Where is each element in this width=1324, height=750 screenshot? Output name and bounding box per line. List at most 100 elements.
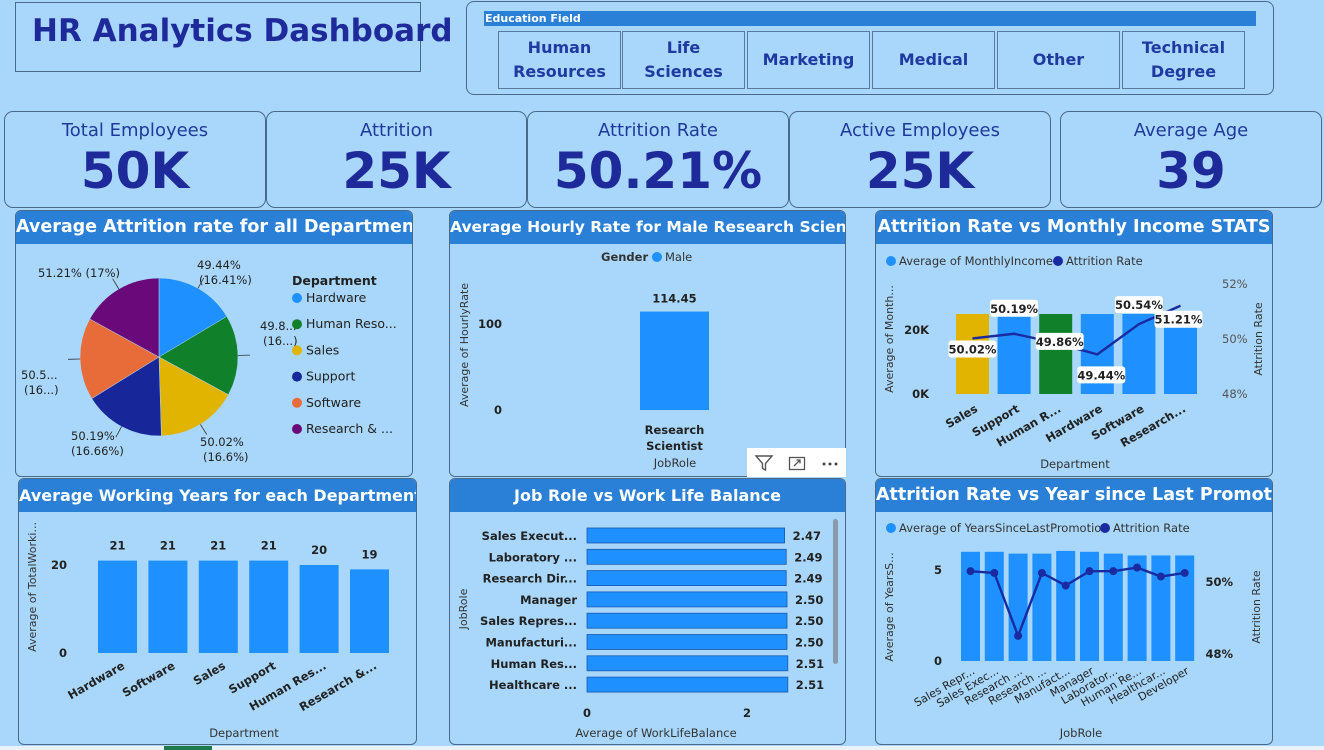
pie-data-label: 51.21% (17%) [38, 266, 120, 280]
slicer-option-line: Other [1032, 50, 1085, 69]
data-label: 21 [160, 539, 176, 553]
y2-axis-label: Attrition Rate [1250, 570, 1263, 644]
y-axis-label: Average of YearsS... [883, 552, 896, 661]
y-axis-label: JobRole [457, 588, 470, 630]
pie-data-label: 49.44% [197, 258, 241, 272]
pie-leader-line [200, 424, 208, 435]
bar [1056, 550, 1076, 661]
data-label: 21 [210, 539, 226, 553]
y-axis-label: Average of HourlyRate [458, 283, 471, 407]
x-tick-label: Hardware [65, 658, 127, 702]
filter-icon[interactable] [747, 448, 780, 477]
panel-attrition-by-department[interactable]: Average Attrition rate for all Departmen… [15, 210, 413, 477]
panel-attrition-vs-income[interactable]: Attrition Rate vs Monthly Income STATS A… [875, 210, 1273, 477]
bar [1151, 555, 1171, 661]
series-point [1085, 567, 1094, 576]
y2-tick-label: 48% [1222, 387, 1248, 401]
x-tick-label: Scientist [646, 439, 703, 453]
y2-tick-label: 48% [1205, 647, 1233, 661]
legend-marker [292, 397, 302, 408]
bar [1039, 314, 1073, 394]
working-years-chart: 0 20 Average of TotalWorki... 21 Hardware 21 S… [26, 522, 389, 740]
panel-working-years[interactable]: Average Working Years for each Departmen… [18, 478, 417, 745]
slicer-option-life-sciences[interactable]: Life Sciences [622, 31, 745, 89]
slicer-option-other[interactable]: Other [997, 31, 1120, 89]
data-label: 50.02% [949, 342, 997, 356]
data-label: 49.44% [1077, 368, 1125, 382]
data-label: 114.45 [652, 292, 696, 306]
legend-marker [292, 319, 302, 330]
bar [350, 569, 389, 653]
pie-data-label: (16.6%) [203, 450, 249, 464]
bar [640, 311, 709, 410]
legend-title: Department [292, 273, 377, 288]
y2-tick-label: 50% [1222, 332, 1248, 346]
legend-item: Software [306, 395, 361, 410]
y2-tick-label: 50% [1205, 575, 1233, 589]
bar [1008, 553, 1028, 661]
hourly-rate-chart: Gender Male 0 100 Average of HourlyRate 114.4… [458, 250, 709, 470]
legend-item: Support [306, 369, 356, 384]
legend-item: Average of YearsSinceLastPromotion [899, 521, 1109, 535]
bar [198, 560, 238, 653]
x-axis-label: Average of WorkLifeBalance [575, 726, 736, 740]
legend-marker [886, 523, 896, 533]
data-label: 2.50 [795, 636, 823, 650]
kpi-label: Attrition Rate [598, 120, 718, 141]
x-tick-label: 2 [743, 706, 751, 720]
y-tick-label: Manager [520, 593, 577, 607]
y-tick-label: Laboratory ... [489, 550, 577, 564]
x-axis-label: Department [209, 726, 279, 740]
series-point [966, 567, 975, 576]
data-label: 51.21% [1155, 313, 1203, 327]
slicer-option-line: Degree [1150, 62, 1217, 81]
data-label: 2.49 [794, 572, 822, 586]
kpi-label: Total Employees [61, 120, 209, 141]
pie-data-label: 50.02% [200, 435, 244, 449]
legend-marker [292, 424, 302, 434]
legend-marker [292, 371, 302, 382]
y-tick-label: Research Dir... [483, 572, 577, 586]
slicer-title: Education Field [484, 11, 1256, 26]
legend-marker [1053, 256, 1063, 266]
slicer-option-technical-degree[interactable]: Technical Degree [1122, 31, 1245, 89]
kpi-card-active-employees: Active Employees 25K [789, 111, 1051, 208]
slicer-option-medical[interactable]: Medical [872, 31, 995, 89]
bar [586, 634, 788, 650]
focus-mode-icon[interactable] [780, 448, 813, 477]
y-axis-label: Average of Month... [883, 285, 896, 393]
x-axis-label: JobRole [653, 456, 697, 470]
data-label: 21 [109, 539, 125, 553]
y-tick-label: 20K [904, 323, 930, 337]
education-field-slicer: Education Field Human Resources Life Scien… [466, 1, 1274, 95]
legend-item: Human Reso... [306, 316, 397, 331]
data-label: 20 [311, 543, 327, 557]
series-point [1014, 631, 1023, 640]
y-tick-label: 20 [51, 558, 67, 572]
slicer-option-line: Life [666, 38, 701, 57]
legend-item: Sales [306, 342, 339, 357]
panel-work-life-balance[interactable]: Job Role vs Work Life Balance JobRole Sal… [449, 478, 846, 745]
kpi-value: 39 [1156, 142, 1226, 200]
series-point [1133, 563, 1142, 572]
page-tab-indicator [164, 746, 212, 750]
bar [249, 560, 289, 653]
more-options-icon[interactable] [813, 448, 846, 477]
slicer-option-human-resources[interactable]: Human Resources [498, 31, 621, 89]
legend-marker [886, 256, 896, 266]
pie-data-label: 50.19% [71, 429, 115, 443]
data-label: 50.54% [1115, 298, 1163, 312]
kpi-value: 25K [342, 142, 451, 200]
kpi-card-average-age: Average Age 39 [1060, 111, 1322, 208]
legend-marker [1100, 523, 1110, 533]
legend-item: Research & ... [306, 421, 393, 436]
y2-axis-label: Attrition Rate [1252, 302, 1265, 376]
slicer-option-marketing[interactable]: Marketing [747, 31, 870, 89]
panel-hourly-rate[interactable]: Average Hourly Rate for Male Research Sc… [449, 210, 846, 477]
y-axis-label: Average of TotalWorki... [26, 522, 39, 652]
legend-item: Hardware [306, 290, 367, 305]
series-point [1109, 567, 1118, 576]
panel-attrition-vs-promotion[interactable]: Attrition Rate vs Year since Last Promot… [875, 478, 1273, 745]
series-point [1180, 568, 1189, 577]
kpi-label: Active Employees [840, 120, 1000, 141]
